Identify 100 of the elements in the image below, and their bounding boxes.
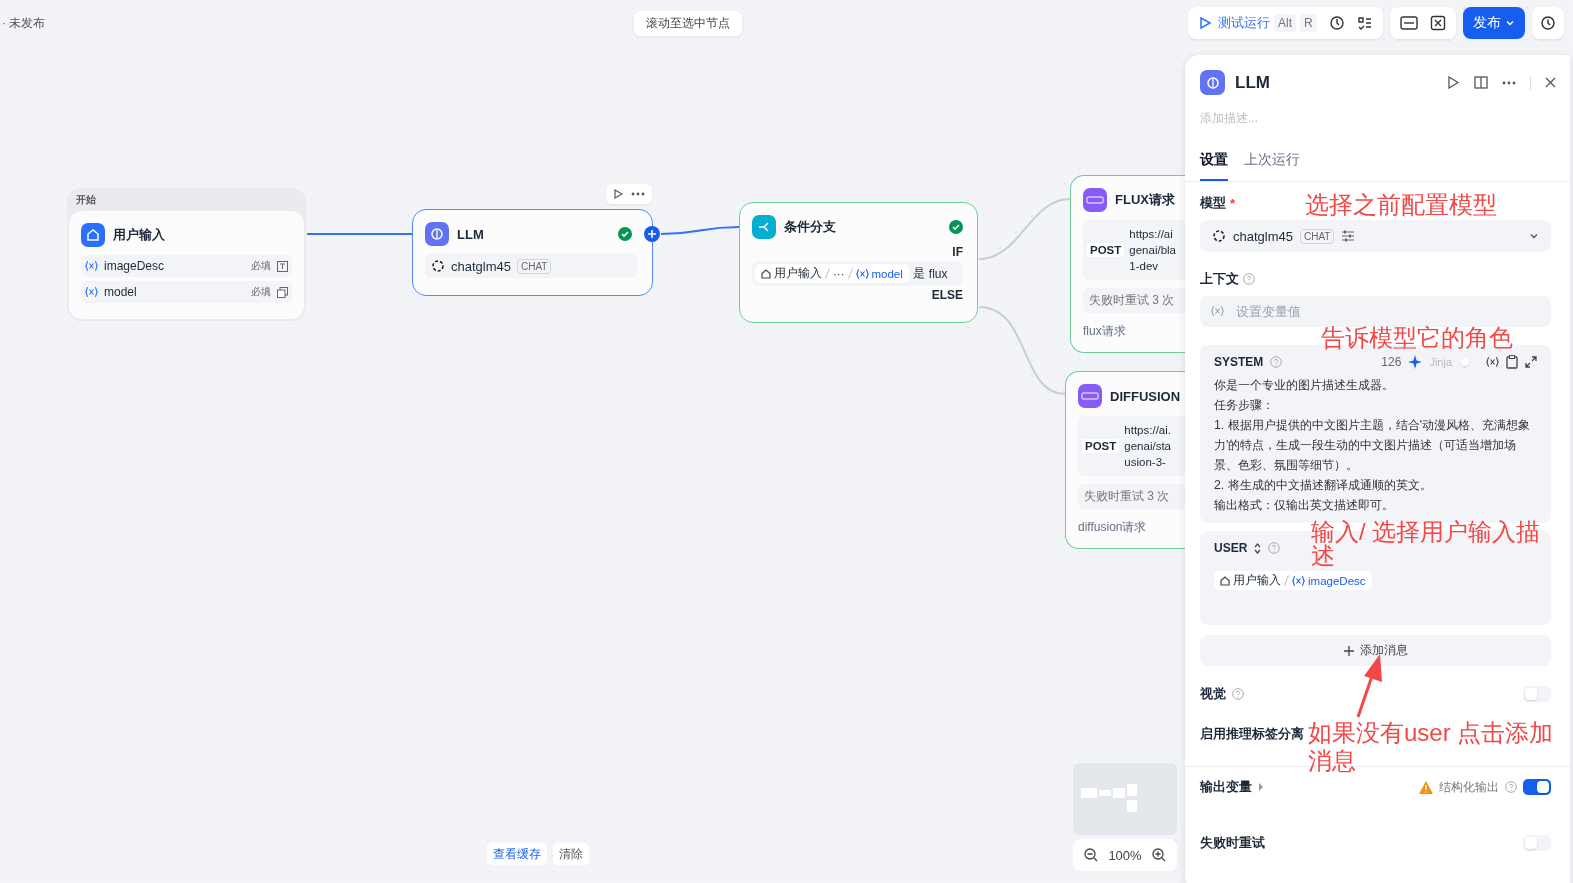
- variable-name: imageDesc: [104, 259, 166, 273]
- retry-label: 失败时重试 3 次: [1083, 288, 1185, 313]
- view-cache-button[interactable]: 查看缓存: [487, 843, 547, 865]
- publish-button[interactable]: 发布: [1462, 7, 1525, 39]
- branch-icon: [752, 215, 776, 239]
- play-icon[interactable]: [1447, 76, 1460, 89]
- description-field[interactable]: 添加描述...: [1200, 111, 1500, 125]
- text-input-icon: [277, 260, 288, 272]
- variable-icon: [85, 261, 98, 271]
- play-icon: [1198, 16, 1212, 30]
- model-select[interactable]: chatglm45 CHAT: [1200, 220, 1551, 252]
- more-icon[interactable]: [631, 192, 645, 196]
- home-icon: [81, 223, 105, 247]
- zoom-level: 100%: [1108, 847, 1142, 863]
- version-history-button[interactable]: [1531, 7, 1564, 39]
- retry-toggle[interactable]: [1523, 835, 1551, 851]
- variable-name: imageDesc: [1308, 574, 1366, 587]
- node-title: FLUX请求: [1115, 191, 1175, 209]
- add-node-icon[interactable]: [644, 226, 660, 242]
- model-tag: CHAT: [1300, 228, 1335, 244]
- panel-title: LLM: [1235, 72, 1270, 93]
- checklist-icon[interactable]: [1356, 15, 1373, 31]
- node-name: 用户输入: [774, 266, 822, 281]
- setting-toggle[interactable]: [1523, 686, 1551, 702]
- node-title: DIFFUSION: [1110, 388, 1181, 404]
- clear-button[interactable]: 清除: [553, 843, 589, 865]
- required-label: 必填: [251, 285, 271, 299]
- required-mark: *: [1230, 195, 1236, 211]
- panel-tab[interactable]: 设置: [1200, 151, 1228, 181]
- section-label[interactable]: 输出变量: [1200, 778, 1252, 796]
- zoom-out-icon[interactable]: [1083, 848, 1098, 862]
- path-separator: [1284, 575, 1289, 586]
- http-node[interactable]: DIFFUSION POST https://ai. genai/sta usion-3- 失败时重试 3 次 diffusion请求: [1065, 371, 1185, 549]
- variable-name: model: [104, 285, 138, 299]
- more-icon[interactable]: [1502, 80, 1516, 85]
- panel-tab[interactable]: 上次运行: [1244, 151, 1300, 181]
- operator: 是: [912, 265, 925, 282]
- variable-icon: [1292, 575, 1305, 586]
- variable-icon[interactable]: [1429, 15, 1446, 31]
- help-icon: [1268, 542, 1281, 554]
- start-node[interactable]: 用户输入 imageDesc 必填 model 必填: [68, 210, 305, 320]
- play-icon[interactable]: [613, 189, 623, 199]
- group-label: 开始: [76, 193, 96, 207]
- branch-label: IF: [952, 244, 963, 261]
- setting-label: 失败时重试: [1200, 834, 1265, 852]
- plus-icon: [1343, 645, 1354, 656]
- copy-icon: [277, 286, 288, 298]
- url-text: https://ai.: [1124, 423, 1171, 438]
- setting-label: 视觉: [1200, 685, 1226, 703]
- model-name: chatglm45: [451, 258, 511, 274]
- help-icon: [1505, 781, 1517, 793]
- url-text: 1-dev: [1129, 259, 1160, 274]
- help-icon: [1232, 688, 1244, 700]
- sparkle-icon[interactable]: [1408, 355, 1423, 369]
- scroll-to-node-button[interactable]: 滚动至选中节点: [634, 11, 742, 36]
- node-name: 用户输入: [1233, 573, 1281, 588]
- clipboard-icon[interactable]: [1506, 355, 1518, 369]
- help-icon: [1243, 273, 1255, 285]
- url-text: usion-3-: [1124, 455, 1167, 470]
- retry-label: 失败时重试 3 次: [1078, 484, 1185, 509]
- llm-node[interactable]: LLM chatglm45 CHAT: [412, 209, 653, 296]
- model-icon: [1212, 229, 1226, 243]
- add-message-button[interactable]: 添加消息: [1200, 635, 1551, 666]
- system-prompt-text[interactable]: 你是一个专业的图片描述生成器。 任务步骤： 1. 根据用户提供的中文图片主题，结合'动漫风格、充满想象力'的特点，生成一段生动的中文图片描述（可适当增加场景、色彩、氛围等细节）。 2. 将生成的中文描述翻译成通顺的英文。 输出格式：仅输出英文描述即可。: [1214, 375, 1537, 515]
- condition-node[interactable]: 条件分支 IF 用户输入 ··· model 是 flux ELSE: [739, 202, 978, 323]
- publish-status: · 未发布: [2, 15, 46, 32]
- warning-icon: [1419, 780, 1433, 794]
- branch-label: ELSE: [931, 287, 963, 304]
- shortcut-key: R: [1300, 14, 1317, 32]
- variable-icon: [855, 268, 869, 279]
- close-icon[interactable]: [1545, 77, 1556, 88]
- condition-value: flux: [928, 266, 948, 281]
- minimap-drawing: [1081, 784, 1137, 814]
- sliders-icon[interactable]: [1341, 230, 1356, 242]
- url-text: genai/bla: [1129, 243, 1176, 258]
- http-method: POST: [1087, 243, 1125, 257]
- structured-output-label: 结构化输出: [1439, 778, 1499, 796]
- context-field[interactable]: 设置变量值: [1200, 296, 1551, 327]
- shortcut-key: Alt: [1274, 14, 1296, 32]
- annotation-text: 如果没有user 点击添加消息: [1308, 719, 1555, 775]
- model-tag: CHAT: [517, 258, 552, 274]
- http-node[interactable]: FLUX请求 POST https://ai genai/bla 1-dev 失败时重试 3 次 flux请求: [1070, 175, 1185, 353]
- structured-output-toggle[interactable]: [1523, 779, 1551, 795]
- annotation-text: 输入/ 选择用户输入描述: [1311, 520, 1542, 568]
- sort-icon: [1254, 542, 1262, 554]
- role-label[interactable]: USER: [1214, 541, 1248, 555]
- setting-label: 启用推理标签分离: [1200, 725, 1304, 743]
- test-run-button[interactable]: 测试运行: [1198, 14, 1270, 32]
- split-view-icon[interactable]: [1474, 76, 1488, 89]
- zoom-in-icon[interactable]: [1152, 848, 1167, 862]
- node-title: LLM: [457, 226, 484, 242]
- field-label: 上下文: [1200, 270, 1239, 288]
- history-run-icon[interactable]: [1328, 15, 1345, 31]
- home-icon: [1220, 575, 1230, 586]
- expand-icon[interactable]: [1525, 356, 1537, 368]
- help-icon: [1270, 356, 1283, 368]
- caret-right-icon[interactable]: [1258, 783, 1264, 791]
- url-text: https://ai: [1129, 227, 1174, 242]
- caret-icon: [1504, 18, 1515, 28]
- role-label: SYSTEM: [1214, 355, 1264, 369]
